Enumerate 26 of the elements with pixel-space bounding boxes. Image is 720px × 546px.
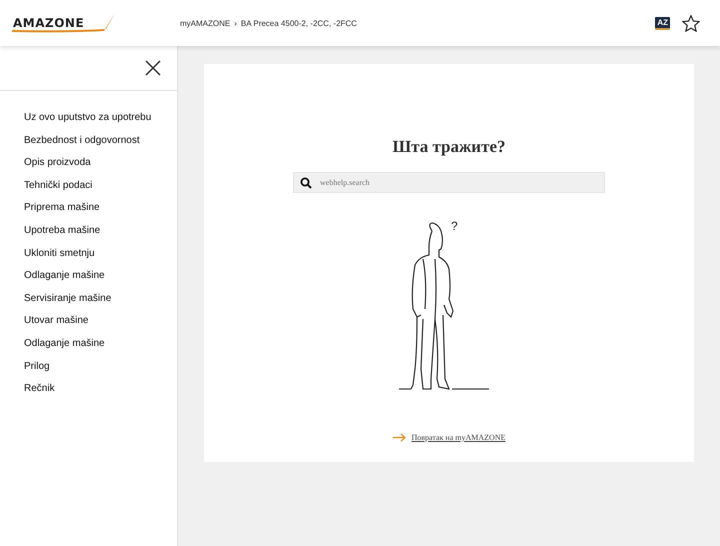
sidebar-item[interactable]: Prilog [24, 360, 177, 382]
sidebar-item[interactable]: Opis proizvoda [24, 156, 177, 179]
sidebar-item[interactable]: Uz ovo uputstvo za upotrebu [24, 111, 177, 134]
sidebar-item[interactable]: Odlaganje mašine [24, 336, 177, 360]
sidebar-item[interactable]: Ukloniti smetnju [24, 246, 177, 270]
back-link[interactable]: Повратак на myAMAZONE [412, 433, 506, 442]
sidebar-item[interactable]: Bezbednost i odgovornost [24, 134, 177, 156]
sidebar-item[interactable]: Utovar mašine [24, 314, 177, 337]
page-heading: Шта тражите? [392, 137, 506, 157]
breadcrumb-current: BA Precea 4500-2, -2CC, -2FCC [240, 18, 357, 28]
sidebar-item[interactable]: Odlaganje mašine [24, 269, 177, 292]
sidebar-item[interactable]: Rečnik [24, 382, 177, 405]
sidebar-item[interactable]: Upotreba mašine [24, 224, 177, 247]
breadcrumb-separator: › [234, 18, 237, 28]
sidebar-item[interactable]: Tehnički podaci [24, 178, 177, 202]
sidebar-item[interactable]: Servisiranje mašine [24, 292, 177, 314]
glossary-button[interactable]: AZ [655, 16, 670, 30]
arrow-icon [392, 433, 406, 442]
search-field[interactable]: webhelp.search [293, 172, 605, 193]
sidebar-item[interactable]: Priprema mašine [24, 201, 177, 224]
question-mark: ? [451, 219, 458, 233]
star-icon[interactable] [682, 14, 700, 32]
close-icon[interactable] [145, 60, 161, 76]
search-icon [300, 177, 312, 189]
logo[interactable]: AMAZONE [10, 11, 116, 35]
breadcrumb-link[interactable]: myAMAZONE [180, 18, 230, 28]
